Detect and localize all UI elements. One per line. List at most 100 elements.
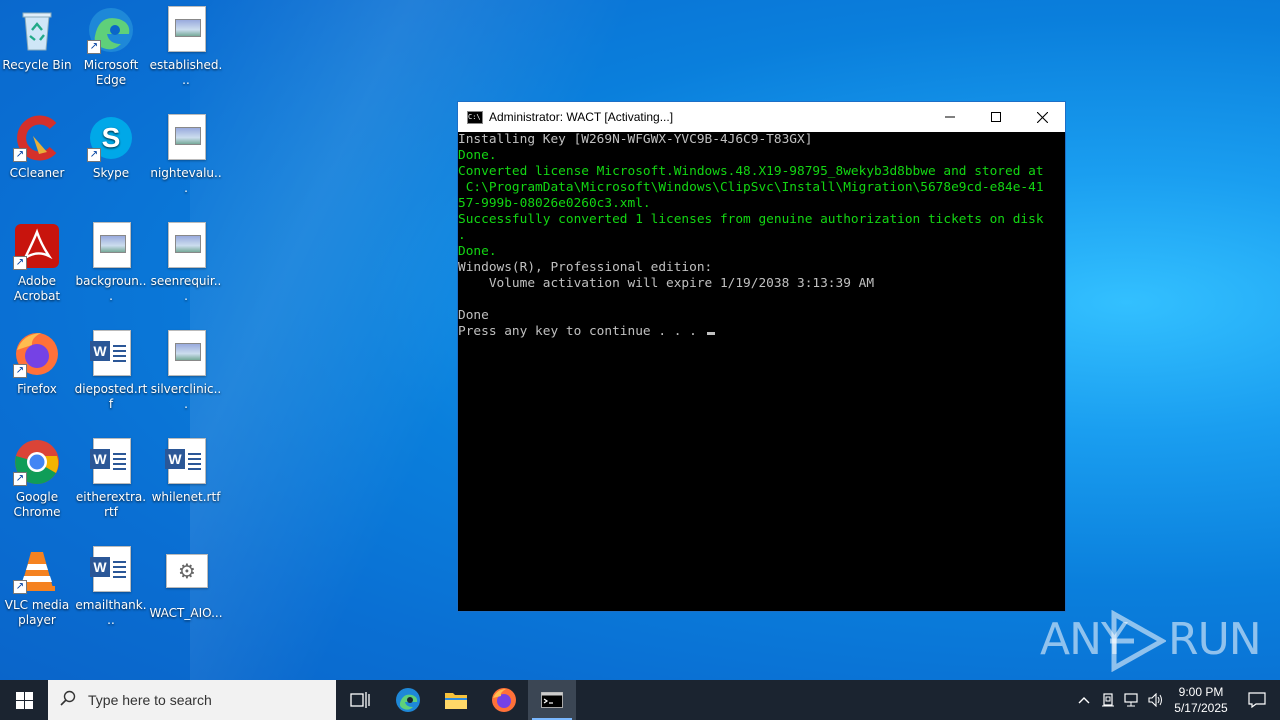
console-line-text: 57-999b-08026e0260c3.xml. (458, 196, 651, 211)
taskbar-clock[interactable]: 9:00 PM 5/17/2025 (1168, 684, 1234, 716)
desktop-icon-firefox[interactable]: ↗ Firefox (0, 330, 74, 397)
image-file-icon (87, 222, 135, 270)
desktop-icon-silverclinic[interactable]: silverclinic... (149, 330, 223, 412)
folder-icon (445, 693, 467, 709)
maximize-button[interactable] (973, 102, 1019, 132)
console-title: Administrator: WACT [Activating...] (489, 110, 674, 124)
skype-icon: S ↗ (87, 114, 135, 162)
desktop-icon-dieposted-rtf[interactable]: Wdieposted.rtf (74, 330, 148, 412)
desktop-icon-ccleaner[interactable]: ↗ CCleaner (0, 114, 74, 181)
tray-overflow-button[interactable] (1072, 680, 1096, 720)
network-icon (1124, 693, 1138, 707)
console-window[interactable]: C:\ Administrator: WACT [Activating...] … (457, 101, 1066, 612)
image-file-icon (162, 222, 210, 270)
acrobat-icon: ↗ (13, 222, 61, 270)
console-line: Installing Key [W269N-WFGWX-YVC9B-4J6C9-… (458, 132, 1065, 148)
tray-network-button[interactable] (1120, 680, 1144, 720)
shortcut-arrow-icon: ↗ (87, 40, 101, 54)
chrome-icon: ↗ (13, 438, 61, 486)
taskbar-file-explorer-button[interactable] (432, 680, 480, 720)
desktop-icon-label: Adobe Acrobat (13, 274, 61, 303)
console-line-text: Done (458, 308, 489, 323)
word-doc-icon: W (87, 330, 135, 378)
desktop-icon-seenrequir[interactable]: seenrequir... (149, 222, 223, 304)
desktop-icon-eitherextra-rtf[interactable]: Weitherextra.rtf (74, 438, 148, 520)
image-file-icon (162, 330, 210, 378)
desktop-icon-label: backgroun... (75, 274, 147, 303)
shortcut-arrow-icon: ↗ (13, 256, 27, 270)
console-line-text: Done. (458, 148, 497, 163)
action-center-button[interactable] (1234, 680, 1280, 720)
taskbar: Type here to search 9:00 PM 5/17/2025 (0, 680, 1280, 720)
close-icon (1036, 111, 1048, 123)
watermark-text-right: RUN (1168, 614, 1262, 665)
console-line: Done (458, 308, 1065, 324)
console-line-text: Installing Key [W269N-WFGWX-YVC9B-4J6C9-… (458, 132, 813, 147)
desktop-icon-adobe-acrobat[interactable]: ↗ Adobe Acrobat (0, 222, 74, 304)
desktop-icon-label: emailthank... (75, 598, 147, 627)
desktop-icon-whilenet-rtf[interactable]: Wwhilenet.rtf (149, 438, 223, 505)
task-view-button[interactable] (336, 680, 384, 720)
console-line: Done. (458, 148, 1065, 164)
desktop-icon-label: CCleaner (9, 166, 65, 180)
word-doc-icon: W (87, 438, 135, 486)
tray-volume-button[interactable] (1144, 680, 1168, 720)
console-line: Windows(R), Professional edition: (458, 260, 1065, 276)
word-doc-icon: W (162, 438, 210, 486)
clock-date: 5/17/2025 (1174, 701, 1228, 715)
start-button[interactable] (0, 680, 48, 720)
desktop-icon-recycle-bin[interactable]: Recycle Bin (0, 6, 74, 73)
image-file-icon (162, 6, 210, 54)
console-line: Press any key to continue . . . (458, 324, 1065, 340)
desktop-icon-wact-aio[interactable]: ⚙ WACT_AIO... (149, 546, 223, 621)
console-line: Successfully converted 1 licenses from g… (458, 212, 1065, 228)
settings-file-icon: ⚙ (162, 554, 210, 602)
minimize-icon (945, 116, 955, 118)
console-line-text: C:\ProgramData\Microsoft\Windows\ClipSvc… (458, 180, 1044, 195)
desktop-icon-vlc-media-player[interactable]: ↗ VLC media player (0, 546, 74, 628)
desktop-icon-label: eitherextra.rtf (75, 490, 147, 519)
desktop-icon-label: seenrequir... (150, 274, 222, 303)
tray-device-button[interactable] (1096, 680, 1120, 720)
desktop-icon-label: nightevalu... (150, 166, 222, 195)
firefox-icon (492, 688, 516, 712)
taskbar-console-button[interactable] (528, 680, 576, 720)
maximize-icon (991, 112, 1001, 122)
taskbar-firefox-button[interactable] (480, 680, 528, 720)
taskbar-edge-button[interactable] (384, 680, 432, 720)
desktop-icon-backgroun[interactable]: backgroun... (74, 222, 148, 304)
image-file-icon (162, 114, 210, 162)
vlc-icon: ↗ (13, 546, 61, 594)
console-line-text: Successfully converted 1 licenses from g… (458, 212, 1044, 227)
firefox-icon: ↗ (13, 330, 61, 378)
desktop-icon-emailthank[interactable]: Wemailthank... (74, 546, 148, 628)
desktop-icon-nightevalu[interactable]: nightevalu... (149, 114, 223, 196)
desktop-icon-label: WACT_AIO... (149, 606, 223, 620)
clock-time: 9:00 PM (1178, 685, 1224, 699)
desktop-icon-label: VLC media player (4, 598, 70, 627)
console-titlebar[interactable]: C:\ Administrator: WACT [Activating...] (458, 102, 1065, 132)
desktop-icon-label: Microsoft Edge (83, 58, 139, 87)
minimize-button[interactable] (927, 102, 973, 132)
desktop-icon-label: Recycle Bin (2, 58, 72, 72)
windows-logo-icon (15, 691, 33, 709)
console-cursor (706, 332, 715, 335)
close-button[interactable] (1019, 102, 1065, 132)
taskbar-search-box[interactable]: Type here to search (48, 680, 336, 720)
shortcut-arrow-icon: ↗ (87, 148, 101, 162)
edge-icon: ↗ (87, 6, 135, 54)
volume-icon (1148, 693, 1162, 707)
ccleaner-icon: ↗ (13, 114, 61, 162)
desktop-icon-google-chrome[interactable]: ↗ Google Chrome (0, 438, 74, 520)
desktop-icon-skype[interactable]: S ↗ Skype (74, 114, 148, 181)
desktop-icon-established[interactable]: established... (149, 6, 223, 88)
console-line-text: Press any key to continue . . . (458, 324, 705, 339)
device-icon (1102, 693, 1114, 707)
system-tray: 9:00 PM 5/17/2025 (1072, 680, 1280, 720)
task-view-icon (350, 692, 370, 708)
console-line: Converted license Microsoft.Windows.48.X… (458, 164, 1065, 180)
console-line-text: Converted license Microsoft.Windows.48.X… (458, 164, 1044, 179)
shortcut-arrow-icon: ↗ (13, 148, 27, 162)
console-output[interactable]: Installing Key [W269N-WFGWX-YVC9B-4J6C9-… (458, 132, 1065, 611)
desktop-icon-microsoft-edge[interactable]: ↗ Microsoft Edge (74, 6, 148, 88)
